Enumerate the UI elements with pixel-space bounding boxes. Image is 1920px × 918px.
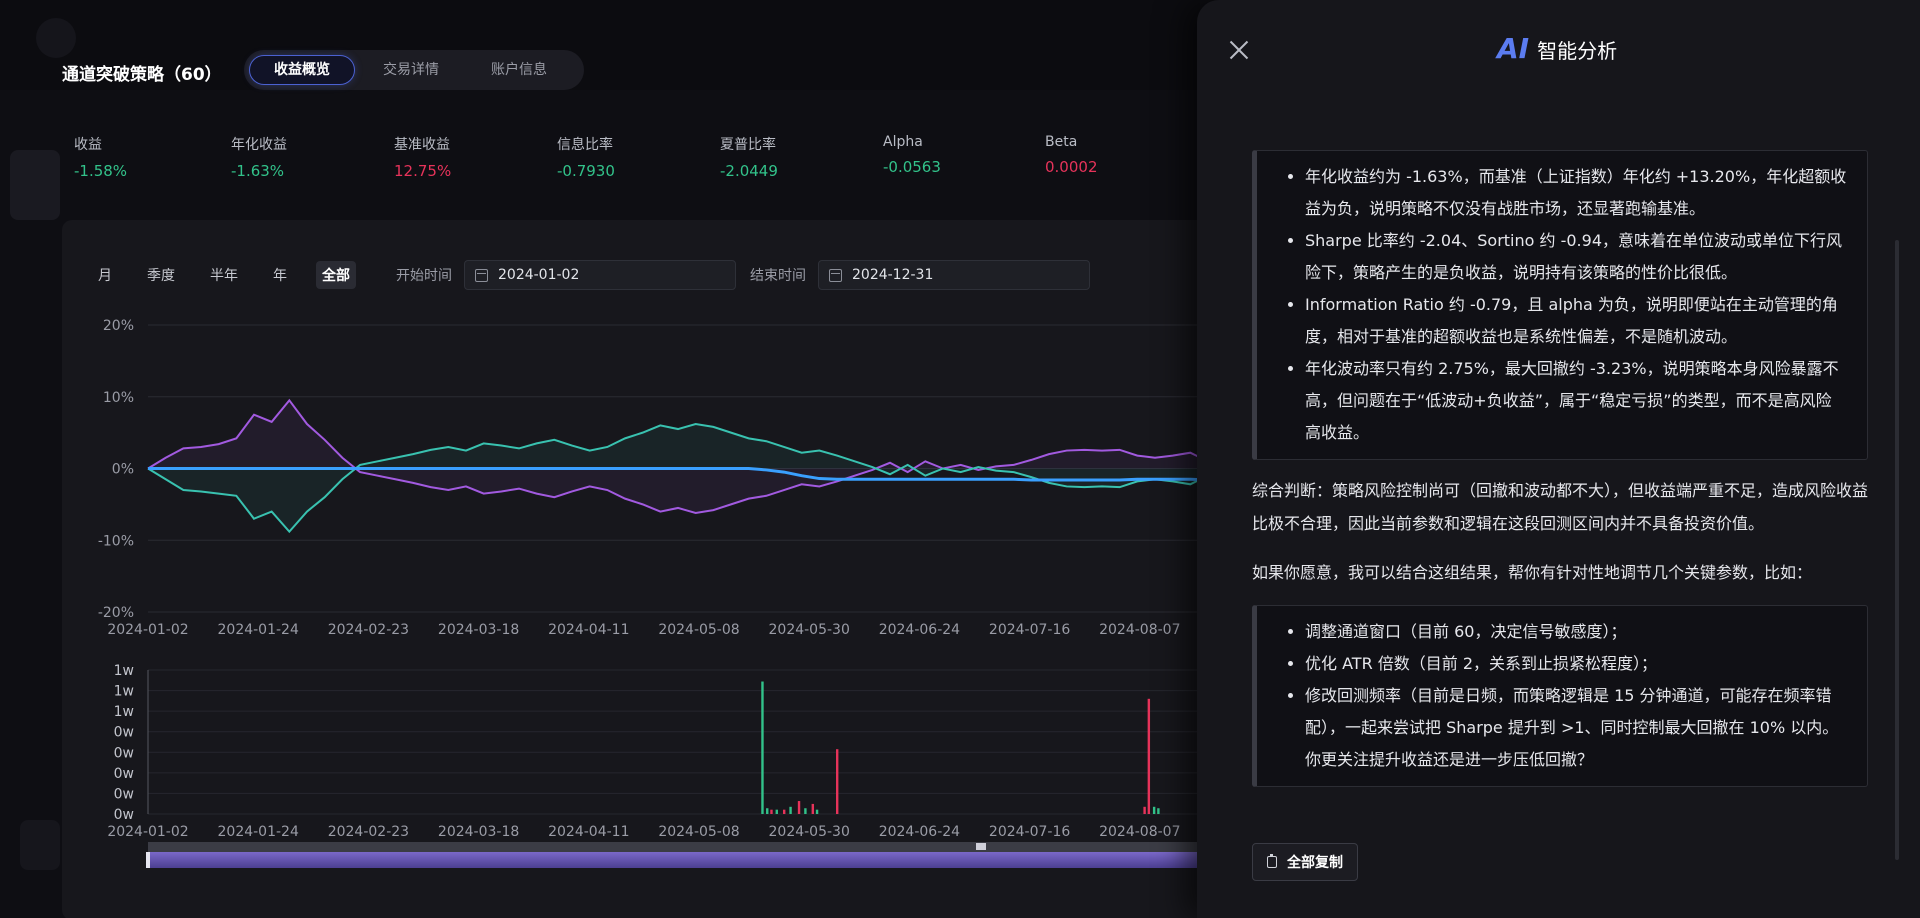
x-tick-label: 2024-05-08 — [658, 824, 739, 840]
x-tick-label: 2024-05-30 — [769, 622, 850, 638]
y-tick-label: 0% — [112, 462, 134, 478]
y-tick-label: 0w — [114, 766, 134, 782]
range-slider-grip[interactable] — [976, 843, 986, 850]
x-tick-label: 2024-08-07 — [1099, 622, 1180, 638]
x-tick-label: 2024-01-24 — [218, 824, 299, 840]
charts-svg: 20%10%0%-10%-20%2024-01-02 2024-01-24 2024… — [98, 318, 1200, 868]
volume-bar — [766, 808, 769, 814]
return-line-chart: 20% 10% 0% -10% -20%2024-01-02 2024-01-24 2024… — [98, 318, 1200, 638]
volume-bar — [1147, 698, 1151, 814]
volume-bar — [761, 681, 764, 814]
x-tick-label: 2024-03-18 — [438, 622, 519, 638]
ai-panel-title: 智能分析 — [1537, 39, 1618, 63]
ai-analysis-panel: AI 智能分析 年化收益约为 -1.63%，而基准（上证指数）年化约 +13.2… — [1197, 0, 1920, 918]
x-tick-label: 2024-04-11 — [548, 824, 629, 840]
suggestion-item: 修改回测频率（目前是日频，而策略逻辑是 15 分钟通道，可能存在频率错配），一起… — [1305, 680, 1847, 776]
y-tick-label: 0w — [114, 786, 134, 802]
finding-item: Information Ratio 约 -0.79，且 alpha 为负，说明即… — [1305, 289, 1847, 353]
y-tick-label: 0w — [114, 725, 134, 741]
y-tick-label: 1w — [114, 663, 134, 679]
x-tick-label: 2024-01-24 — [218, 622, 299, 638]
volume-bar — [804, 808, 807, 814]
clipboard-icon — [1267, 854, 1277, 868]
finding-item: 年化波动率只有约 2.75%，最大回撤约 -3.23%，说明策略本身风险暴露不高… — [1305, 353, 1847, 449]
ai-logo: AI — [1497, 32, 1530, 65]
suggestion-item: 调整通道窗口（目前 60，决定信号敏感度）； — [1305, 616, 1847, 648]
range-slider-left-handle[interactable] — [146, 852, 150, 868]
y-tick-label: 20% — [103, 318, 134, 334]
y-tick-label: 1w — [114, 704, 134, 720]
volume-bar — [811, 803, 815, 814]
volume-bar — [1152, 806, 1156, 814]
x-tick-label: 2024-05-08 — [658, 622, 739, 638]
copy-all-label: 全部复制 — [1287, 855, 1343, 871]
suggestions-block: 调整通道窗口（目前 60，决定信号敏感度）； 优化 ATR 倍数（目前 2，关系… — [1252, 605, 1868, 787]
x-tick-label: 2024-06-24 — [879, 824, 960, 840]
x-tick-label: 2024-01-02 — [107, 622, 188, 638]
x-tick-label: 2024-02-23 — [328, 622, 409, 638]
suggestion-item: 优化 ATR 倍数（目前 2，关系到止损紧松程度）； — [1305, 648, 1847, 680]
y-tick-label: 1w — [114, 684, 134, 700]
x-tick-label: 2024-05-30 — [769, 824, 850, 840]
volume-bar — [770, 809, 773, 814]
volume-bar — [1143, 806, 1146, 814]
x-tick-label: 2024-07-16 — [989, 622, 1070, 638]
volume-bar — [797, 801, 801, 814]
y-tick-label: -20% — [98, 605, 134, 621]
x-tick-label: 2024-04-11 — [548, 622, 629, 638]
finding-item: 年化收益约为 -1.63%，而基准（上证指数）年化约 +13.20%，年化超额收… — [1305, 161, 1847, 225]
volume-bar — [836, 749, 839, 814]
analysis-summary: 综合判断：策略风险控制尚可（回撤和波动都不大），但收益端严重不足，造成风险收益比… — [1252, 481, 1869, 533]
close-icon[interactable] — [1227, 38, 1251, 62]
y-tick-label: -10% — [98, 533, 134, 549]
range-slider-selection[interactable] — [148, 852, 1200, 868]
x-tick-label: 2024-03-18 — [438, 824, 519, 840]
volume-bar — [783, 809, 786, 814]
ai-panel-header: AI 智能分析 — [1497, 32, 1617, 65]
analysis-intro: 如果你愿意，我可以结合这组结果，帮你有针对性地调节几个关键参数，比如： — [1252, 563, 1813, 582]
ai-panel-scrollbar[interactable] — [1895, 240, 1899, 860]
volume-bar — [1157, 808, 1160, 814]
x-tick-label: 2024-08-07 — [1099, 824, 1180, 840]
copy-all-button[interactable]: 全部复制 — [1252, 843, 1358, 881]
y-tick-label: 0w — [114, 745, 134, 761]
analysis-findings-block: 年化收益约为 -1.63%，而基准（上证指数）年化约 +13.20%，年化超额收… — [1252, 150, 1868, 460]
y-tick-label: 10% — [103, 390, 134, 406]
range-slider[interactable] — [146, 842, 1200, 868]
finding-item: Sharpe 比率约 -2.04、Sortino 约 -0.94，意味着在单位波… — [1305, 225, 1847, 289]
ai-analysis-content: 年化收益约为 -1.63%，而基准（上证指数）年化约 +13.20%，年化超额收… — [1252, 150, 1868, 787]
volume-bar — [815, 809, 819, 814]
volume-bar-chart: 1w1w1w0w0w0w0w0w2024-01-02 2024-01-24 2024… — [107, 663, 1200, 840]
x-tick-label: 2024-06-24 — [879, 622, 960, 638]
x-tick-label: 2024-02-23 — [328, 824, 409, 840]
app-root: 通道突破策略（60） 收益概览 交易详情 账户信息 收益 -1.58% 年化收益… — [0, 0, 1920, 918]
y-tick-label: 0w — [114, 807, 134, 823]
volume-bar — [789, 806, 792, 814]
x-tick-label: 2024-01-02 — [107, 824, 188, 840]
volume-bar — [775, 809, 778, 814]
range-slider-track — [148, 842, 1200, 852]
x-tick-label: 2024-07-16 — [989, 824, 1070, 840]
